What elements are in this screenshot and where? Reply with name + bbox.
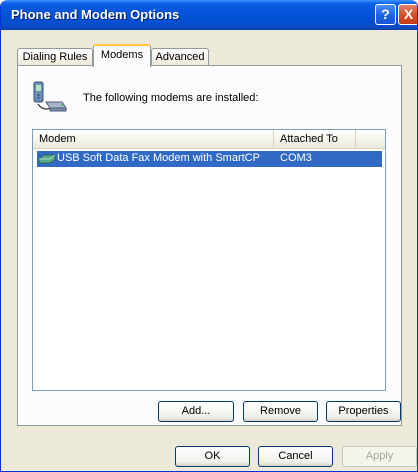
tab-advanced[interactable]: Advanced <box>151 48 209 66</box>
phone-modem-icon <box>33 81 67 112</box>
tab-dialing-rules[interactable]: Dialing Rules <box>17 48 93 66</box>
modems-list[interactable]: Modem Attached To USB Soft Data Fax Mode… <box>32 129 386 391</box>
remove-button[interactable]: Remove <box>243 401 318 422</box>
modem-icon <box>38 154 56 164</box>
list-item[interactable]: USB Soft Data Fax Modem with SmartCP COM… <box>37 151 382 167</box>
apply-button[interactable]: Apply <box>342 446 417 467</box>
list-header: Modem Attached To <box>33 130 385 149</box>
phone-and-modem-options-dialog: Phone and Modem Options ? X Dialing Rule… <box>0 0 418 472</box>
cancel-button[interactable]: Cancel <box>258 446 333 467</box>
installed-modems-label: The following modems are installed: <box>83 92 259 104</box>
add-button[interactable]: Add... <box>158 401 234 422</box>
close-button[interactable]: X <box>398 4 417 25</box>
title-bar[interactable]: Phone and Modem Options ? X <box>1 0 417 30</box>
column-header-modem[interactable]: Modem <box>33 130 274 148</box>
properties-button[interactable]: Properties <box>326 401 401 422</box>
modem-port: COM3 <box>280 152 312 164</box>
tab-modems[interactable]: Modems <box>93 44 151 67</box>
help-button[interactable]: ? <box>375 4 396 25</box>
ok-button[interactable]: OK <box>175 446 250 467</box>
modems-tab-panel: The following modems are installed: Mode… <box>17 65 402 426</box>
window-title: Phone and Modem Options <box>11 7 180 22</box>
modem-name: USB Soft Data Fax Modem with SmartCP <box>57 152 260 164</box>
column-header-attached-to[interactable]: Attached To <box>274 130 356 148</box>
